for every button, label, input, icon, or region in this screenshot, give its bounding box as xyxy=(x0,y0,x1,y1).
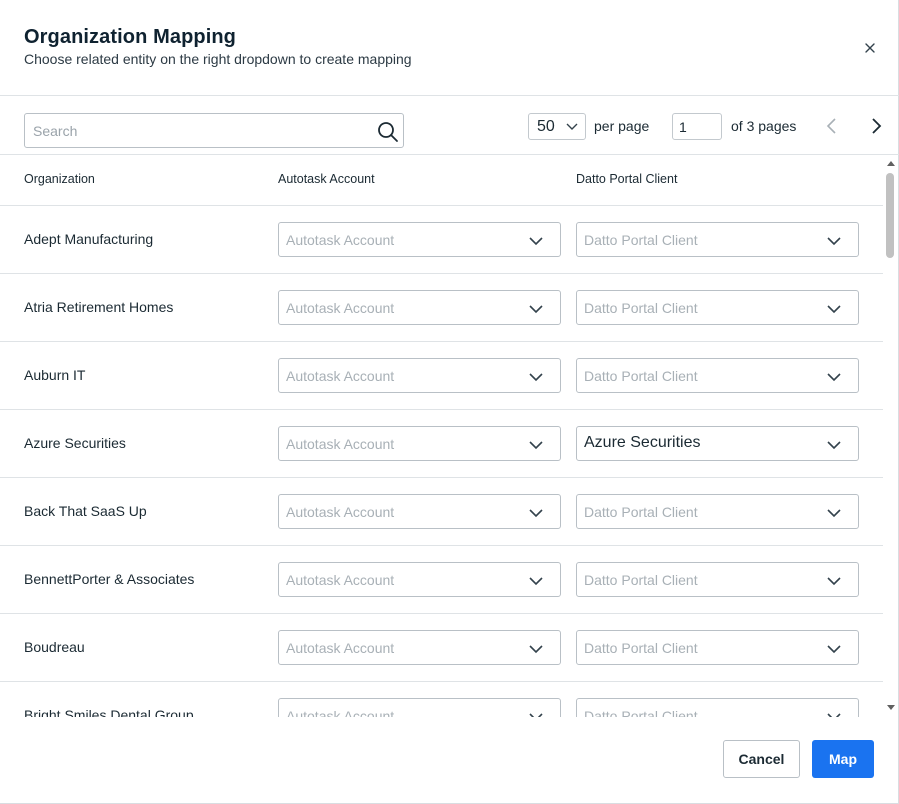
chevron-down-icon xyxy=(529,577,543,586)
datto-portal-client-value: Datto Portal Client xyxy=(584,708,698,717)
next-page-button[interactable] xyxy=(866,116,886,136)
datto-portal-client-dropdown[interactable]: Azure Securities xyxy=(576,426,859,461)
organization-name: BennettPorter & Associates xyxy=(24,571,195,587)
chevron-down-icon xyxy=(827,645,841,654)
datto-portal-client-value: Datto Portal Client xyxy=(584,504,698,520)
organization-name: Azure Securities xyxy=(24,435,126,451)
datto-portal-client-dropdown[interactable]: Datto Portal Client xyxy=(576,222,859,257)
organization-name: Auburn IT xyxy=(24,367,86,383)
autotask-account-dropdown[interactable]: Autotask Account xyxy=(278,222,561,257)
table-toolbar: 50 per page of 3 pages xyxy=(0,96,899,155)
organization-mapping-dialog: Organization Mapping Choose related enti… xyxy=(0,0,899,804)
datto-portal-client-dropdown[interactable]: Datto Portal Client xyxy=(576,698,859,717)
chevron-down-icon xyxy=(529,237,543,246)
organization-name: Boudreau xyxy=(24,639,85,655)
cancel-button[interactable]: Cancel xyxy=(723,740,800,778)
table-row: Atria Retirement Homes Autotask Account Da… xyxy=(0,274,883,342)
datto-portal-client-value: Datto Portal Client xyxy=(584,572,698,588)
datto-portal-client-value: Datto Portal Client xyxy=(584,368,698,384)
page-number-input[interactable] xyxy=(672,113,722,140)
organization-name: Bright Smiles Dental Group xyxy=(24,707,194,717)
table-header: Organization Autotask Account Datto Port… xyxy=(0,155,883,206)
per-page-value: 50 xyxy=(537,118,555,135)
previous-page-button[interactable] xyxy=(822,116,842,136)
autotask-account-value: Autotask Account xyxy=(286,436,395,452)
chevron-down-icon xyxy=(827,305,841,314)
chevron-left-icon xyxy=(826,118,836,134)
scroll-up-arrow-icon[interactable] xyxy=(886,159,896,167)
datto-portal-client-value: Azure Securities xyxy=(584,434,701,451)
datto-portal-client-value: Datto Portal Client xyxy=(584,300,698,316)
chevron-down-icon xyxy=(827,237,841,246)
column-header-autotask-account: Autotask Account xyxy=(278,172,375,186)
search-input[interactable] xyxy=(25,114,365,147)
autotask-account-value: Autotask Account xyxy=(286,640,395,656)
dialog-title: Organization Mapping xyxy=(24,26,236,48)
organization-name: Atria Retirement Homes xyxy=(24,299,174,315)
table-scrollbar[interactable] xyxy=(883,155,899,717)
table-row: BennettPorter & Associates Autotask Accou… xyxy=(0,546,883,614)
chevron-down-icon xyxy=(529,441,543,450)
chevron-down-icon xyxy=(827,509,841,518)
autotask-account-dropdown[interactable]: Autotask Account xyxy=(278,630,561,665)
table-row: Bright Smiles Dental Group Autotask Accou… xyxy=(0,682,883,717)
datto-portal-client-value: Datto Portal Client xyxy=(584,232,698,248)
organization-name: Back That SaaS Up xyxy=(24,503,147,519)
datto-portal-client-dropdown[interactable]: Datto Portal Client xyxy=(576,562,859,597)
datto-portal-client-dropdown[interactable]: Datto Portal Client xyxy=(576,358,859,393)
total-pages-label: of 3 pages xyxy=(731,118,797,134)
autotask-account-value: Autotask Account xyxy=(286,504,395,520)
datto-portal-client-dropdown[interactable]: Datto Portal Client xyxy=(576,494,859,529)
autotask-account-dropdown[interactable]: Autotask Account xyxy=(278,562,561,597)
map-button[interactable]: Map xyxy=(812,740,874,778)
dialog-subtitle: Choose related entity on the right dropd… xyxy=(24,51,412,67)
scrollbar-thumb[interactable] xyxy=(886,173,894,258)
chevron-down-icon xyxy=(827,441,841,450)
autotask-account-dropdown[interactable]: Autotask Account xyxy=(278,290,561,325)
chevron-down-icon xyxy=(529,373,543,382)
scroll-down-arrow-icon[interactable] xyxy=(886,704,896,712)
autotask-account-value: Autotask Account xyxy=(286,708,395,717)
organization-name: Adept Manufacturing xyxy=(24,231,154,247)
table-row: Azure Securities Autotask Account Azure Se… xyxy=(0,410,883,478)
dialog-footer: Cancel Map xyxy=(0,717,899,804)
autotask-account-dropdown[interactable]: Autotask Account xyxy=(278,494,561,529)
chevron-right-icon xyxy=(872,118,882,134)
autotask-account-value: Autotask Account xyxy=(286,368,395,384)
autotask-account-dropdown[interactable]: Autotask Account xyxy=(278,358,561,393)
table-row: Boudreau Autotask Account Datto Portal Cli… xyxy=(0,614,883,682)
datto-portal-client-value: Datto Portal Client xyxy=(584,640,698,656)
chevron-down-icon xyxy=(827,373,841,382)
table-row: Auburn IT Autotask Account Datto Portal Cl… xyxy=(0,342,883,410)
search-box xyxy=(24,113,404,148)
chevron-down-icon xyxy=(529,509,543,518)
chevron-down-icon xyxy=(529,305,543,314)
table-row: Back That SaaS Up Autotask Account Datto P… xyxy=(0,478,883,546)
datto-portal-client-dropdown[interactable]: Datto Portal Client xyxy=(576,630,859,665)
datto-portal-client-dropdown[interactable]: Datto Portal Client xyxy=(576,290,859,325)
autotask-account-dropdown[interactable]: Autotask Account xyxy=(278,426,561,461)
autotask-account-value: Autotask Account xyxy=(286,232,395,248)
autotask-account-value: Autotask Account xyxy=(286,300,395,316)
column-header-datto-portal-client: Datto Portal Client xyxy=(576,172,678,186)
per-page-select[interactable]: 50 xyxy=(528,113,586,140)
per-page-label: per page xyxy=(594,118,650,134)
autotask-account-dropdown[interactable]: Autotask Account xyxy=(278,698,561,717)
search-icon[interactable] xyxy=(377,121,399,143)
autotask-account-value: Autotask Account xyxy=(286,572,395,588)
close-button[interactable] xyxy=(860,38,880,58)
close-icon xyxy=(865,43,875,53)
chevron-down-icon xyxy=(529,645,543,654)
chevron-down-icon xyxy=(827,577,841,586)
chevron-down-icon xyxy=(566,123,578,130)
dialog-header: Organization Mapping Choose related enti… xyxy=(0,0,899,96)
mapping-table: Organization Autotask Account Datto Port… xyxy=(0,155,899,717)
column-header-organization: Organization xyxy=(24,172,95,186)
table-row: Adept Manufacturing Autotask Account Datto… xyxy=(0,206,883,274)
